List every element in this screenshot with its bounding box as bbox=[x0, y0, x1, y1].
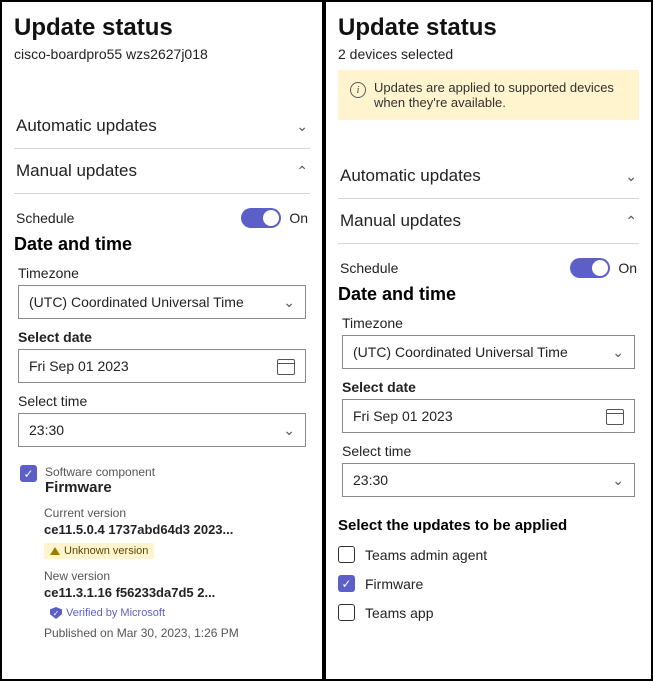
info-text: Updates are applied to supported devices… bbox=[374, 80, 627, 110]
timezone-label: Timezone bbox=[18, 265, 306, 281]
automatic-updates-section[interactable]: Automatic updates ⌄ bbox=[14, 104, 310, 149]
info-icon: i bbox=[350, 82, 366, 98]
time-select[interactable]: 23:30 ⌄ bbox=[18, 413, 306, 447]
shield-icon: ✓ bbox=[50, 607, 62, 619]
unknown-version-tag: Unknown version bbox=[44, 543, 154, 559]
chevron-down-icon: ⌄ bbox=[625, 168, 637, 185]
select-time-label: Select time bbox=[18, 393, 306, 409]
automatic-updates-label: Automatic updates bbox=[16, 116, 157, 136]
chevron-down-icon: ⌄ bbox=[296, 118, 308, 135]
current-version-label: Current version bbox=[44, 506, 310, 520]
schedule-state: On bbox=[289, 210, 308, 226]
chevron-down-icon: ⌄ bbox=[612, 472, 624, 489]
timezone-select[interactable]: (UTC) Coordinated Universal Time ⌄ bbox=[18, 285, 306, 319]
date-value: Fri Sep 01 2023 bbox=[29, 358, 129, 374]
chevron-down-icon: ⌄ bbox=[612, 344, 624, 361]
date-time-heading: Date and time bbox=[14, 234, 310, 255]
chevron-up-icon: ⌃ bbox=[296, 163, 308, 180]
device-name: cisco-boardpro55 wzs2627j018 bbox=[14, 46, 310, 62]
manual-updates-section[interactable]: Manual updates ⌃ bbox=[14, 149, 310, 194]
teams-app-checkbox[interactable] bbox=[338, 604, 355, 621]
date-input[interactable]: Fri Sep 01 2023 bbox=[342, 399, 635, 433]
chevron-down-icon: ⌄ bbox=[283, 422, 295, 439]
timezone-label: Timezone bbox=[342, 315, 635, 331]
firmware-label: Firmware bbox=[45, 479, 155, 496]
panel-single-device: Update status cisco-boardpro55 wzs2627j0… bbox=[0, 0, 324, 681]
timezone-select[interactable]: (UTC) Coordinated Universal Time ⌄ bbox=[342, 335, 635, 369]
automatic-updates-section[interactable]: Automatic updates ⌄ bbox=[338, 154, 639, 199]
chevron-down-icon: ⌄ bbox=[283, 294, 295, 311]
time-value: 23:30 bbox=[29, 422, 64, 438]
panel-multi-device: Update status 2 devices selected i Updat… bbox=[324, 0, 653, 681]
firmware-label: Firmware bbox=[365, 576, 423, 592]
page-title: Update status bbox=[338, 14, 639, 42]
schedule-state: On bbox=[618, 260, 637, 276]
date-time-heading: Date and time bbox=[338, 284, 639, 305]
timezone-value: (UTC) Coordinated Universal Time bbox=[29, 294, 244, 310]
firmware-checkbox[interactable]: ✓ bbox=[338, 575, 355, 592]
page-title: Update status bbox=[14, 14, 310, 42]
current-version-value: ce11.5.0.4 1737abd64d3 2023... bbox=[44, 522, 233, 537]
calendar-icon bbox=[277, 357, 295, 375]
new-version-value: ce11.3.1.16 f56233da7d5 2... bbox=[44, 585, 215, 600]
select-time-label: Select time bbox=[342, 443, 635, 459]
teams-agent-label: Teams admin agent bbox=[365, 547, 487, 563]
teams-app-label: Teams app bbox=[365, 605, 433, 621]
timezone-value: (UTC) Coordinated Universal Time bbox=[353, 344, 568, 360]
firmware-checkbox[interactable]: ✓ bbox=[20, 465, 37, 482]
new-version-label: New version bbox=[44, 569, 310, 583]
date-value: Fri Sep 01 2023 bbox=[353, 408, 453, 424]
time-select[interactable]: 23:30 ⌄ bbox=[342, 463, 635, 497]
software-component-label: Software component bbox=[45, 465, 155, 479]
warning-icon bbox=[50, 547, 60, 555]
manual-updates-label: Manual updates bbox=[340, 211, 461, 231]
automatic-updates-label: Automatic updates bbox=[340, 166, 481, 186]
schedule-toggle[interactable] bbox=[570, 258, 610, 278]
select-date-label: Select date bbox=[18, 329, 306, 345]
calendar-icon bbox=[606, 407, 624, 425]
info-banner: i Updates are applied to supported devic… bbox=[338, 70, 639, 120]
select-updates-heading: Select the updates to be applied bbox=[338, 517, 639, 534]
teams-agent-checkbox[interactable] bbox=[338, 546, 355, 563]
published-date: Published on Mar 30, 2023, 1:26 PM bbox=[44, 626, 310, 640]
date-input[interactable]: Fri Sep 01 2023 bbox=[18, 349, 306, 383]
schedule-label: Schedule bbox=[340, 260, 398, 276]
schedule-toggle[interactable] bbox=[241, 208, 281, 228]
select-date-label: Select date bbox=[342, 379, 635, 395]
manual-updates-section[interactable]: Manual updates ⌃ bbox=[338, 199, 639, 244]
schedule-label: Schedule bbox=[16, 210, 74, 226]
time-value: 23:30 bbox=[353, 472, 388, 488]
chevron-up-icon: ⌃ bbox=[625, 213, 637, 230]
manual-updates-label: Manual updates bbox=[16, 161, 137, 181]
verified-tag: ✓ Verified by Microsoft bbox=[44, 606, 171, 620]
device-count: 2 devices selected bbox=[338, 46, 639, 62]
